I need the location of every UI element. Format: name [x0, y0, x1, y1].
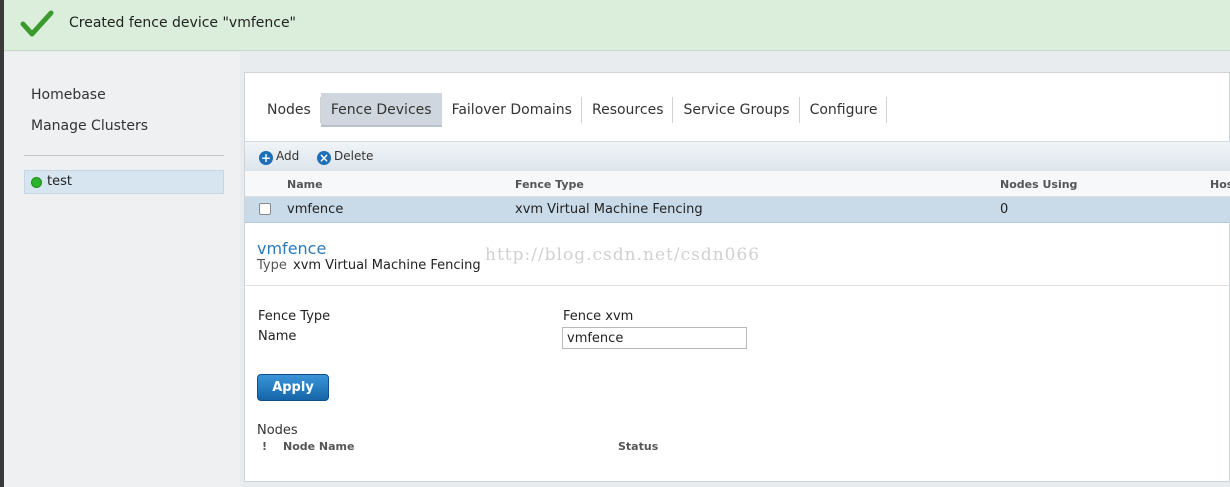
- watermark: http://blog.csdn.net/csdn066: [485, 245, 761, 265]
- tab-fence-devices[interactable]: Fence Devices: [320, 93, 442, 127]
- delete-label: Delete: [334, 149, 374, 163]
- tab-bar: Nodes Fence Devices Failover Domains Res…: [257, 93, 888, 127]
- nodes-heading: Nodes: [257, 423, 298, 438]
- manage-clusters-link[interactable]: Manage Clusters: [31, 118, 148, 134]
- name-field[interactable]: [562, 327, 747, 349]
- table-header: Name Fence Type Nodes Using Hos: [245, 171, 1230, 197]
- banner-message: Created fence device "vmfence": [69, 15, 296, 31]
- add-label: Add: [276, 149, 300, 163]
- detail-title: vmfence: [257, 239, 327, 258]
- table-row[interactable]: vmfence xvm Virtual Machine Fencing 0: [245, 197, 1230, 223]
- success-banner: Created fence device "vmfence": [4, 0, 1230, 51]
- fence-type-value: Fence xvm: [563, 309, 634, 324]
- delete-button[interactable]: × Delete: [317, 149, 373, 165]
- fence-type-label: Fence Type: [258, 309, 331, 324]
- row-name: vmfence: [287, 202, 344, 217]
- detail-divider: [245, 285, 1230, 286]
- cluster-item-test[interactable]: test: [24, 170, 224, 194]
- cluster-status-icon: [31, 177, 42, 188]
- cluster-name: test: [47, 174, 72, 189]
- tab-failover-domains[interactable]: Failover Domains: [442, 93, 583, 127]
- nodes-column-node-name[interactable]: Node Name: [283, 440, 354, 453]
- detail-type-label: Type: [257, 258, 287, 273]
- column-header-fence-type[interactable]: Fence Type: [515, 178, 584, 191]
- sidebar: Homebase Manage Clusters test: [4, 52, 240, 487]
- row-nodes-using: 0: [1000, 202, 1009, 217]
- column-header-nodes-using[interactable]: Nodes Using: [1000, 178, 1077, 191]
- tab-resources[interactable]: Resources: [582, 93, 674, 127]
- name-label: Name: [258, 329, 297, 344]
- tab-service-groups[interactable]: Service Groups: [673, 93, 800, 127]
- toolbar: + Add × Delete: [245, 141, 1230, 171]
- tab-configure[interactable]: Configure: [800, 93, 888, 127]
- plus-icon: +: [259, 151, 273, 165]
- sidebar-divider: [24, 155, 224, 156]
- nodes-column-alert[interactable]: !: [262, 440, 267, 453]
- row-fence-type: xvm Virtual Machine Fencing: [515, 202, 703, 217]
- apply-button[interactable]: Apply: [257, 374, 329, 401]
- nodes-column-status[interactable]: Status: [618, 440, 658, 453]
- x-icon: ×: [317, 151, 331, 165]
- checkmark-icon: [20, 10, 54, 37]
- tab-nodes[interactable]: Nodes: [257, 93, 321, 127]
- add-button[interactable]: + Add: [259, 149, 299, 165]
- detail-type-value: xvm Virtual Machine Fencing: [293, 258, 481, 273]
- column-header-host[interactable]: Hos: [1210, 178, 1230, 191]
- column-header-name[interactable]: Name: [287, 178, 323, 191]
- main-panel: Nodes Fence Devices Failover Domains Res…: [244, 72, 1230, 482]
- homebase-link[interactable]: Homebase: [31, 87, 106, 103]
- row-checkbox[interactable]: [259, 203, 271, 215]
